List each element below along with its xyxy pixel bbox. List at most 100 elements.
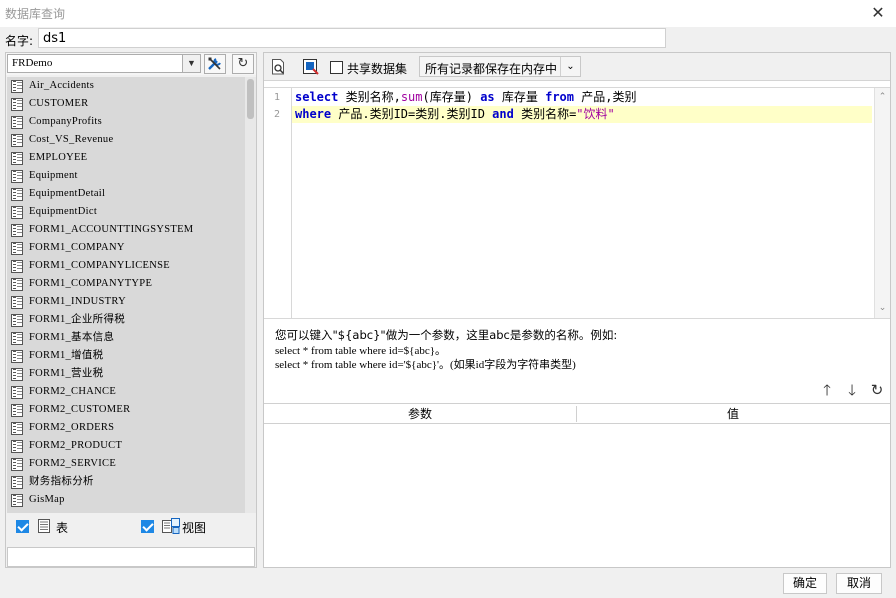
show-views-label: 视图 — [182, 521, 207, 535]
table-name: FORM2_CHANCE — [29, 386, 117, 397]
refresh-icon[interactable]: ↻ — [232, 54, 254, 74]
line-number: 1 — [274, 92, 281, 103]
table-name: 财务指标分析 — [29, 476, 94, 487]
table-icon — [11, 386, 23, 399]
table-list-item[interactable]: FORM2_ORDERS — [7, 419, 255, 437]
table-icon — [11, 332, 23, 345]
table-name: EMPLOYEE — [29, 152, 88, 163]
table-list-item[interactable]: FORM1_COMPANYLICENSE — [7, 257, 255, 275]
table-icon — [11, 98, 23, 111]
table-filter-input[interactable] — [7, 547, 255, 567]
table-list-item[interactable]: GisMap — [7, 491, 255, 509]
table-name: Cost_VS_Revenue — [29, 134, 114, 145]
table-name: FORM1_营业税 — [29, 368, 104, 379]
table-list-item[interactable]: FORM2_SERVICE — [7, 455, 255, 473]
editor-scrollbar[interactable]: ⌃ ⌄ — [874, 88, 890, 318]
show-views-checkbox[interactable] — [141, 520, 154, 533]
connection-settings-icon[interactable] — [204, 54, 226, 74]
table-list-item[interactable]: CompanyProfits — [7, 113, 255, 131]
table-list-item[interactable]: FORM2_CUSTOMER — [7, 401, 255, 419]
title-bar: 数据库查询 ✕ — [0, 0, 896, 27]
table-list-item[interactable]: EquipmentDetail — [7, 185, 255, 203]
sql-line-2[interactable]: where 产品.类别ID=类别.类别ID and 类别名称="饮料" — [292, 106, 872, 123]
line-number-gutter: 1 2 — [264, 88, 292, 318]
name-label: 名字: — [5, 34, 34, 48]
table-icon — [11, 116, 23, 129]
chevron-down-icon[interactable]: ▼ — [182, 55, 200, 72]
table-icon — [11, 80, 23, 93]
table-list-item[interactable]: FORM1_企业所得税 — [7, 311, 255, 329]
table-name: Equipment — [29, 170, 78, 181]
parameter-table-header: 参数 值 — [264, 404, 890, 424]
table-name: CUSTOMER — [29, 98, 89, 109]
table-name: FORM2_SERVICE — [29, 458, 117, 469]
table-list-item[interactable]: FORM1_ACCOUNTTINGSYSTEM — [7, 221, 255, 239]
memory-mode-select[interactable]: 所有记录都保存在内存中 ⌄ — [419, 56, 581, 77]
table-list-item[interactable]: FORM1_COMPANY — [7, 239, 255, 257]
table-icon — [11, 188, 23, 201]
sql-builder-icon[interactable] — [303, 59, 319, 78]
table-icon — [11, 458, 23, 471]
memory-mode-value: 所有记录都保存在内存中 — [425, 62, 558, 76]
name-row: 名字: — [0, 27, 896, 51]
table-icon — [11, 368, 23, 381]
table-name: FORM1_COMPANY — [29, 242, 125, 253]
share-dataset-label: 共享数据集 — [347, 62, 408, 76]
table-list-item[interactable]: FORM1_COMPANYTYPE — [7, 275, 255, 293]
table-name: Air_Accidents — [29, 80, 95, 91]
connection-select[interactable]: FRDemo ▼ — [7, 54, 201, 73]
table-list-item[interactable]: EMPLOYEE — [7, 149, 255, 167]
table-icon — [11, 206, 23, 219]
parameter-tools: 🡑 🡓 ↻ — [810, 379, 890, 401]
scrollbar-thumb[interactable] — [247, 79, 254, 119]
table-name: FORM1_COMPANYTYPE — [29, 278, 153, 289]
table-icon — [11, 170, 23, 183]
scroll-down-icon[interactable]: ⌄ — [875, 301, 890, 316]
object-type-filters: 表 视图 — [6, 517, 256, 567]
table-icon — [11, 296, 23, 309]
name-input[interactable] — [38, 28, 666, 48]
scroll-up-icon[interactable]: ⌃ — [875, 90, 890, 105]
table-list-item[interactable]: CUSTOMER — [7, 95, 255, 113]
connection-select-value: FRDemo — [12, 57, 53, 69]
help-example: select * from table where id=${abc}。 — [275, 345, 447, 357]
help-text: 您可以键入"${abc}"做为一个参数，这里abc是参数的名称。例如: — [275, 328, 618, 342]
table-list-item[interactable]: FORM1_增值税 — [7, 347, 255, 365]
table-list-item[interactable]: FORM2_CHANCE — [7, 383, 255, 401]
share-dataset-checkbox[interactable] — [330, 61, 343, 74]
move-up-icon[interactable]: 🡑 — [816, 379, 838, 401]
table-list-scrollbar[interactable] — [245, 77, 256, 513]
table-name: EquipmentDetail — [29, 188, 106, 199]
sql-code[interactable]: select 类别名称,sum(库存量) as 库存量 from 产品,类别 w… — [292, 88, 872, 318]
parameter-table: 参数 值 — [264, 403, 890, 567]
table-name: FORM1_基本信息 — [29, 332, 115, 343]
window-title: 数据库查询 — [5, 7, 66, 21]
table-name: FORM1_ACCOUNTTINGSYSTEM — [29, 224, 194, 235]
sql-line-1[interactable]: select 类别名称,sum(库存量) as 库存量 from 产品,类别 — [292, 89, 872, 106]
table-list-item[interactable]: FORM1_基本信息 — [7, 329, 255, 347]
view-type-icon — [162, 518, 180, 537]
table-list-item[interactable]: FORM2_PRODUCT — [7, 437, 255, 455]
query-toolbar: 共享数据集 所有记录都保存在内存中 ⌄ — [264, 53, 890, 81]
table-browser: FRDemo ▼ ↻ Air_Accidents CUSTOMER CompanyP… — [5, 52, 257, 568]
table-icon — [11, 242, 23, 255]
table-icon — [11, 422, 23, 435]
show-tables-checkbox[interactable] — [16, 520, 29, 533]
sql-editor[interactable]: 1 2 select 类别名称,sum(库存量) as 库存量 from 产品,… — [264, 87, 890, 319]
table-list-item[interactable]: Equipment — [7, 167, 255, 185]
refresh-params-icon[interactable]: ↻ — [866, 379, 888, 401]
ok-button[interactable]: 确定 — [783, 573, 827, 594]
chevron-down-icon[interactable]: ⌄ — [560, 57, 580, 76]
table-list-item[interactable]: Cost_VS_Revenue — [7, 131, 255, 149]
table-list-item[interactable]: 财务指标分析 — [7, 473, 255, 491]
table-list-item[interactable]: Air_Accidents — [7, 77, 255, 95]
close-icon[interactable]: ✕ — [868, 3, 888, 23]
cancel-button[interactable]: 取消 — [836, 573, 882, 594]
table-list-item[interactable]: EquipmentDict — [7, 203, 255, 221]
preview-icon[interactable] — [271, 59, 286, 78]
table-list-item[interactable]: FORM1_INDUSTRY — [7, 293, 255, 311]
table-list-item[interactable]: FORM1_营业税 — [7, 365, 255, 383]
line-number: 2 — [274, 109, 281, 120]
move-down-icon[interactable]: 🡓 — [841, 379, 863, 401]
table-icon — [11, 224, 23, 237]
